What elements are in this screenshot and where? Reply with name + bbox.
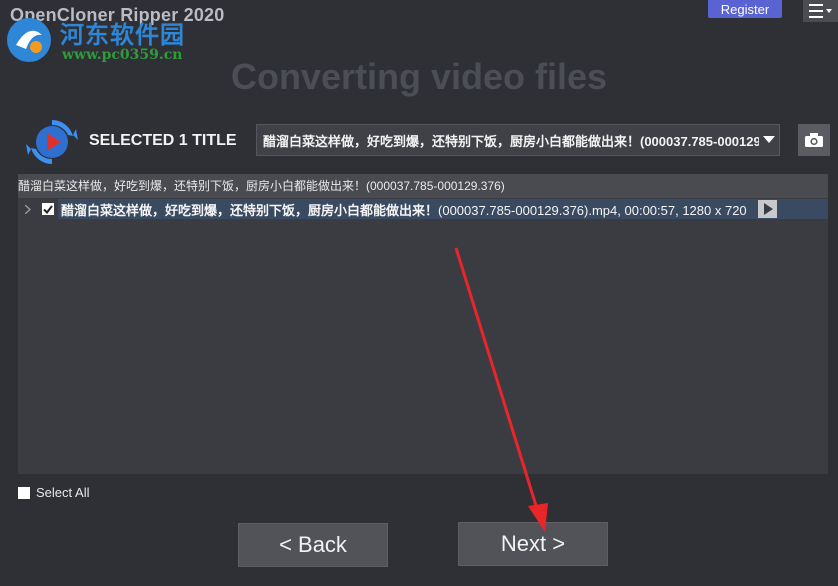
title-list-panel: 醋溜白菜这样做，好吃到爆，还特别下饭，厨房小白都能做出来！(000037.785… [18,174,828,474]
row-filename: 醋溜白菜这样做，好吃到爆，还特别下饭，厨房小白都能做出来！(000037.785… [61,200,747,219]
title-group-header[interactable]: 醋溜白菜这样做，好吃到爆，还特别下饭，厨房小白都能做出来！(000037.785… [18,174,828,198]
disc-play-icon [26,120,78,164]
register-button[interactable]: Register [708,0,782,18]
select-all-checkbox[interactable]: Select All [18,485,89,500]
next-button[interactable]: Next > [458,522,608,566]
back-button[interactable]: < Back [238,523,388,567]
expand-icon[interactable] [20,199,36,219]
snapshot-button[interactable] [798,124,830,156]
list-item[interactable]: 醋溜白菜这样做，好吃到爆，还特别下饭，厨房小白都能做出来！(000037.785… [18,199,828,219]
page-title: Converting video files [230,56,608,97]
selected-titles-label: SELECTED 1 TITLE [89,132,237,149]
chevron-down-icon [759,125,779,155]
play-icon [763,203,773,215]
row-title: 醋溜白菜这样做，好吃到爆，还特别下饭，厨房小白都能做出来！ [61,202,439,218]
checkmark-icon [43,204,53,214]
select-all-box[interactable] [18,486,30,499]
menu-button[interactable] [803,0,838,22]
preview-play-button[interactable] [758,200,777,218]
camera-icon [805,133,823,147]
row-checkbox[interactable] [42,203,54,215]
title-select[interactable]: 醋溜白菜这样做，好吃到爆，还特别下饭，厨房小白都能做出来！(000037.785… [256,124,780,156]
hamburger-icon [808,4,832,18]
select-all-label: Select All [36,485,90,500]
title-select-value: 醋溜白菜这样做，好吃到爆，还特别下饭，厨房小白都能做出来！(000037.785… [263,133,759,149]
row-details: (000037.785-000129.376).mp4, 00:00:57, 1… [438,202,747,218]
watermark-text: 河东软件园 [60,20,185,49]
